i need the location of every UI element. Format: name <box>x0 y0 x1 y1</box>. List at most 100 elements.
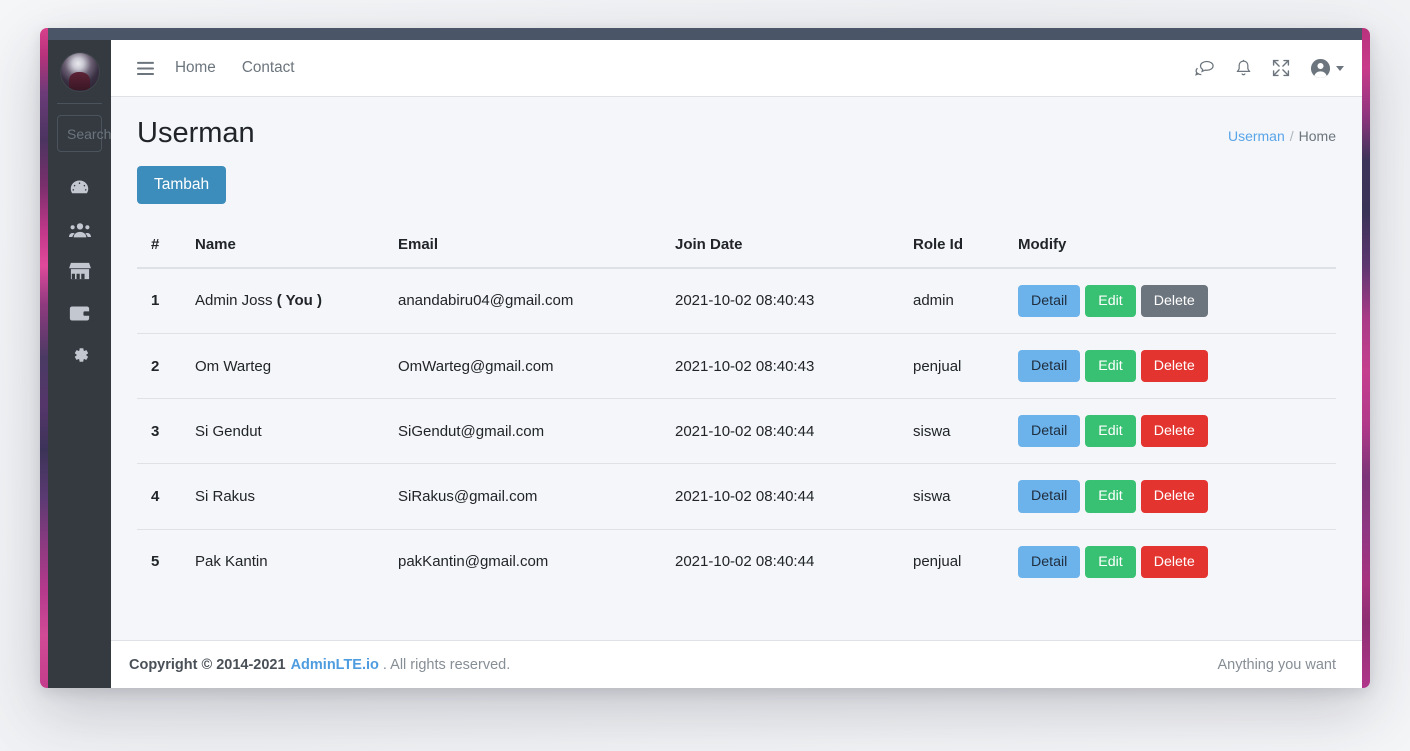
column-header-modify: Modify <box>1018 226 1336 269</box>
sidebar: Search <box>48 40 111 688</box>
cell-name: Si Rakus <box>195 463 398 530</box>
sidebar-item-store[interactable] <box>48 250 111 292</box>
add-button[interactable]: Tambah <box>137 166 227 204</box>
nav-link-home[interactable]: Home <box>162 55 229 81</box>
cell-modify: Detail Edit Delete <box>1018 398 1336 464</box>
page-title: Userman <box>137 117 255 149</box>
table-row: 4 Si Rakus SiRakus@gmail.com 2021-10-02 08:… <box>137 463 1336 530</box>
footer-brand-link[interactable]: AdminLTE.io <box>291 657 379 673</box>
user-name: Si Gendut <box>195 422 262 440</box>
action-button-group: Detail Edit Delete <box>1018 284 1336 318</box>
footer-copyright: Copyright © 2014-2021 <box>129 656 286 673</box>
action-button-group: Detail Edit Delete <box>1018 350 1336 383</box>
cell-index: 1 <box>151 292 160 310</box>
cell-name: Om Warteg <box>195 333 398 399</box>
cell-modify: Detail Edit Delete <box>1018 528 1336 594</box>
edit-button[interactable]: Edit <box>1085 350 1136 383</box>
cell-index: 5 <box>137 528 195 594</box>
user-name: Admin Joss <box>195 292 273 310</box>
edit-button[interactable]: Edit <box>1085 415 1136 448</box>
breadcrumb: Userman / Home <box>1228 117 1336 144</box>
action-button-group: Detail Edit Delete <box>1018 480 1336 513</box>
tachometer-icon <box>69 177 90 198</box>
cell-index: 2 <box>137 333 195 399</box>
navbar-right <box>1185 52 1348 85</box>
action-button-group: Detail Edit Delete <box>1018 545 1336 578</box>
detail-button[interactable]: Detail <box>1018 545 1081 578</box>
bell-icon[interactable] <box>1226 53 1261 84</box>
cell-join-date: 2021-10-02 08:40:43 <box>675 292 815 310</box>
user-circle-icon[interactable] <box>1301 52 1348 85</box>
table-row: 1 Admin Joss ( You ) anandabiru04@gmail.co… <box>137 268 1336 334</box>
edit-button[interactable]: Edit <box>1085 545 1136 578</box>
cell-email: SiGendut@gmail.com <box>398 398 675 464</box>
cell-join-date: 2021-10-02 08:40:44 <box>675 398 913 464</box>
sidebar-nav <box>48 166 111 376</box>
sidebar-item-wallet[interactable] <box>48 292 111 334</box>
sidebar-divider <box>57 103 102 104</box>
page-body: Tambah # Name Email Join Date Role Id Mo… <box>111 158 1362 640</box>
detail-button[interactable]: Detail <box>1018 415 1081 448</box>
cell-role-id: siswa <box>913 398 1018 464</box>
search-input[interactable]: Search <box>67 126 111 142</box>
delete-button[interactable]: Delete <box>1140 545 1208 578</box>
page-footer: Copyright © 2014-2021 AdminLTE.io . All … <box>111 640 1362 688</box>
delete-button: Delete <box>1140 284 1208 318</box>
navbar-left: Home Contact <box>129 55 308 81</box>
wallet-icon <box>69 304 90 323</box>
cell-email: anandabiru04@gmail.com <box>398 292 574 310</box>
sidebar-item-settings[interactable] <box>48 334 111 376</box>
delete-button[interactable]: Delete <box>1140 415 1208 448</box>
edit-button[interactable]: Edit <box>1085 480 1136 513</box>
footer-left: Copyright © 2014-2021 AdminLTE.io . All … <box>129 657 510 673</box>
detail-button[interactable]: Detail <box>1018 284 1081 318</box>
sidebar-item-dashboard[interactable] <box>48 166 111 208</box>
current-user-tag: ( You ) <box>276 292 322 310</box>
column-header-roleid: Role Id <box>913 226 1018 269</box>
detail-button[interactable]: Detail <box>1018 480 1081 513</box>
user-name: Pak Kantin <box>195 553 268 571</box>
cell-modify: Detail Edit Delete <box>1018 268 1336 334</box>
column-header-email: Email <box>398 226 675 269</box>
hamburger-icon[interactable] <box>129 57 162 80</box>
store-icon <box>68 261 91 281</box>
sidebar-item-users[interactable] <box>48 208 111 250</box>
sidebar-user-panel[interactable] <box>48 40 111 103</box>
comments-icon[interactable] <box>1185 53 1224 83</box>
cell-email: SiRakus@gmail.com <box>398 463 675 530</box>
breadcrumb-link-userman[interactable]: Userman <box>1228 128 1285 144</box>
table-row: 2 Om Warteg OmWarteg@gmail.com 2021-10-02 0… <box>137 333 1336 399</box>
cell-role-id: admin <box>913 292 954 310</box>
detail-button[interactable]: Detail <box>1018 350 1081 383</box>
chevron-down-icon <box>1336 65 1344 71</box>
column-header-name: Name <box>195 226 398 269</box>
cell-email: OmWarteg@gmail.com <box>398 333 675 399</box>
nav-link-contact[interactable]: Contact <box>229 55 308 81</box>
cell-email: pakKantin@gmail.com <box>398 528 675 594</box>
cell-modify: Detail Edit Delete <box>1018 333 1336 399</box>
browser-window: Search Home Contact Userman Userman / Ho… <box>40 28 1370 688</box>
cell-name: Pak Kantin <box>195 528 398 594</box>
action-button-group: Detail Edit Delete <box>1018 415 1336 448</box>
expand-icon[interactable] <box>1263 53 1299 83</box>
user-name: Om Warteg <box>195 357 272 375</box>
delete-button[interactable]: Delete <box>1140 350 1208 383</box>
content-column: Home Contact Userman Userman / Home Tamb… <box>111 40 1362 688</box>
cell-role-id: siswa <box>913 463 1018 530</box>
cell-index: 4 <box>137 463 195 530</box>
breadcrumb-separator: / <box>1289 128 1294 144</box>
column-header-joindate: Join Date <box>675 226 913 269</box>
avatar <box>60 52 99 91</box>
delete-button[interactable]: Delete <box>1140 480 1208 513</box>
table-header-row: # Name Email Join Date Role Id Modify <box>137 226 1336 269</box>
table-body: 1 Admin Joss ( You ) anandabiru04@gmail.co… <box>137 268 1336 594</box>
table-head: # Name Email Join Date Role Id Modify <box>137 226 1336 269</box>
cell-role-id: penjual <box>913 333 1018 399</box>
cell-name: Admin Joss ( You ) <box>195 268 398 334</box>
sidebar-search[interactable]: Search <box>57 115 111 152</box>
cell-index: 3 <box>137 398 195 464</box>
cell-modify: Detail Edit Delete <box>1018 463 1336 530</box>
edit-button[interactable]: Edit <box>1085 284 1136 318</box>
userman-table: # Name Email Join Date Role Id Modify 1 A… <box>137 226 1336 594</box>
table-row: 5 Pak Kantin pakKantin@gmail.com 2021-10-02… <box>137 528 1336 594</box>
